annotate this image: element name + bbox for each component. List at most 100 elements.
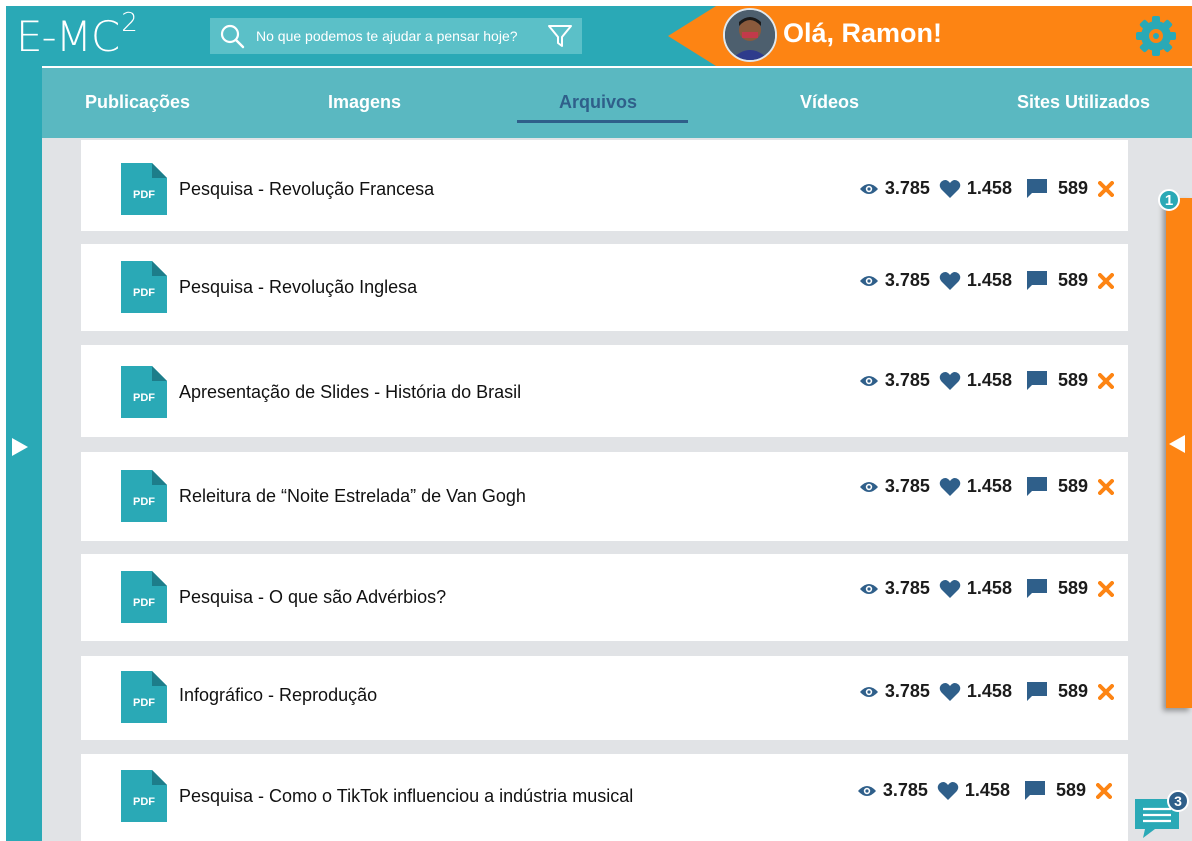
- gear-icon[interactable]: [1134, 14, 1178, 58]
- eye-icon: [859, 481, 878, 492]
- file-stats: 3.785 1.458 589: [859, 578, 1114, 599]
- file-title[interactable]: Releitura de “Noite Estrelada” de Van Go…: [179, 486, 526, 507]
- expand-arrow-icon[interactable]: [12, 438, 28, 456]
- top-bar: E-MC2 No que podemos te ajudar a pensar …: [6, 6, 1192, 66]
- file-card[interactable]: PDF Pesquisa - Revolução Francesa 3.785 …: [81, 140, 1128, 231]
- svg-text:PDF: PDF: [133, 287, 155, 299]
- pdf-file-icon: PDF: [121, 671, 167, 723]
- tab-arquivos[interactable]: Arquivos: [559, 92, 637, 113]
- search-bar[interactable]: No que podemos te ajudar a pensar hoje?: [210, 18, 582, 54]
- views-count: 3.785: [884, 681, 930, 701]
- pdf-file-icon: PDF: [121, 770, 167, 822]
- right-panel-toggle[interactable]: [1166, 198, 1192, 708]
- views-count: 3.785: [884, 178, 930, 198]
- comment-icon[interactable]: [1026, 178, 1048, 199]
- pdf-file-icon: PDF: [121, 163, 167, 215]
- left-sidebar-toggle[interactable]: [6, 66, 42, 841]
- views-count: 3.785: [884, 370, 930, 390]
- likes-count: 1.458: [966, 178, 1012, 198]
- comment-icon[interactable]: [1026, 578, 1048, 599]
- comment-icon[interactable]: [1024, 780, 1046, 801]
- likes-count: 1.458: [966, 370, 1012, 390]
- file-stats: 3.785 1.458 589: [859, 270, 1114, 291]
- comment-icon[interactable]: [1026, 681, 1048, 702]
- eye-icon: [859, 375, 878, 386]
- filter-icon[interactable]: [546, 22, 574, 50]
- file-card[interactable]: PDF Pesquisa - O que são Advérbios? 3.78…: [81, 554, 1128, 641]
- eye-icon: [859, 583, 878, 594]
- comments-count: 589: [1057, 270, 1088, 290]
- tab-imagens[interactable]: Imagens: [328, 92, 401, 113]
- heart-icon[interactable]: [939, 271, 961, 291]
- comment-icon[interactable]: [1026, 476, 1048, 497]
- heart-icon[interactable]: [939, 682, 961, 702]
- file-list: PDF Pesquisa - Revolução Francesa 3.785 …: [42, 138, 1192, 841]
- file-card[interactable]: PDF Infográfico - Reprodução 3.785 1.458…: [81, 656, 1128, 740]
- eye-icon: [859, 275, 878, 286]
- views-count: 3.785: [884, 476, 930, 496]
- file-stats: 3.785 1.458 589: [857, 780, 1112, 801]
- tab-videos[interactable]: Vídeos: [800, 92, 859, 113]
- eye-icon: [859, 183, 878, 194]
- svg-text:PDF: PDF: [133, 796, 155, 808]
- tab-bar: Publicações Imagens Arquivos Vídeos Site…: [42, 68, 1192, 138]
- delete-icon[interactable]: [1098, 683, 1114, 700]
- collapse-arrow-icon[interactable]: [1169, 435, 1185, 453]
- app-logo[interactable]: E-MC2: [16, 8, 138, 61]
- file-card[interactable]: PDF Pesquisa - Revolução Inglesa 3.785 1…: [81, 244, 1128, 331]
- avatar[interactable]: [723, 8, 777, 62]
- delete-icon[interactable]: [1098, 180, 1114, 197]
- file-stats: 3.785 1.458 589: [859, 681, 1114, 702]
- comment-icon[interactable]: [1026, 270, 1048, 291]
- svg-text:PDF: PDF: [133, 392, 155, 404]
- likes-count: 1.458: [964, 780, 1010, 800]
- comments-count: 589: [1055, 780, 1086, 800]
- file-title[interactable]: Pesquisa - O que são Advérbios?: [179, 587, 446, 608]
- views-count: 3.785: [884, 270, 930, 290]
- file-title[interactable]: Apresentação de Slides - História do Bra…: [179, 382, 521, 403]
- svg-text:PDF: PDF: [133, 496, 155, 508]
- pdf-file-icon: PDF: [121, 470, 167, 522]
- file-stats: 3.785 1.458 589: [859, 476, 1114, 497]
- delete-icon[interactable]: [1098, 372, 1114, 389]
- search-input[interactable]: No que podemos te ajudar a pensar hoje?: [256, 28, 546, 44]
- delete-icon[interactable]: [1098, 272, 1114, 289]
- tab-sites-utilizados[interactable]: Sites Utilizados: [1017, 92, 1150, 113]
- delete-icon[interactable]: [1098, 580, 1114, 597]
- file-card[interactable]: PDF Releitura de “Noite Estrelada” de Va…: [81, 452, 1128, 541]
- comments-count: 589: [1057, 578, 1088, 598]
- file-card[interactable]: PDF Apresentação de Slides - História do…: [81, 345, 1128, 437]
- comments-count: 589: [1057, 681, 1088, 701]
- tab-publicacoes[interactable]: Publicações: [85, 92, 190, 113]
- likes-count: 1.458: [966, 270, 1012, 290]
- delete-icon[interactable]: [1098, 478, 1114, 495]
- file-card[interactable]: PDF Pesquisa - Como o TikTok influenciou…: [81, 754, 1128, 841]
- heart-icon[interactable]: [939, 371, 961, 391]
- file-stats: 3.785 1.458 589: [859, 178, 1114, 199]
- file-title[interactable]: Pesquisa - Como o TikTok influenciou a i…: [179, 786, 633, 807]
- pdf-file-icon: PDF: [121, 366, 167, 418]
- heart-icon[interactable]: [937, 781, 959, 801]
- heart-icon[interactable]: [939, 579, 961, 599]
- eye-icon: [857, 785, 876, 796]
- file-stats: 3.785 1.458 589: [859, 370, 1114, 391]
- file-title[interactable]: Infográfico - Reprodução: [179, 685, 377, 706]
- svg-text:PDF: PDF: [133, 189, 155, 201]
- likes-count: 1.458: [966, 476, 1012, 496]
- eye-icon: [859, 686, 878, 697]
- comments-count: 589: [1057, 178, 1088, 198]
- heart-icon[interactable]: [939, 179, 961, 199]
- notification-badge: 1: [1158, 189, 1180, 211]
- pdf-file-icon: PDF: [121, 571, 167, 623]
- file-title[interactable]: Pesquisa - Revolução Inglesa: [179, 277, 417, 298]
- views-count: 3.785: [884, 578, 930, 598]
- heart-icon[interactable]: [939, 477, 961, 497]
- search-icon[interactable]: [218, 22, 246, 50]
- greeting: Olá, Ramon!: [783, 18, 943, 48]
- likes-count: 1.458: [966, 681, 1012, 701]
- likes-count: 1.458: [966, 578, 1012, 598]
- file-title[interactable]: Pesquisa - Revolução Francesa: [179, 179, 434, 200]
- delete-icon[interactable]: [1096, 782, 1112, 799]
- comment-icon[interactable]: [1026, 370, 1048, 391]
- svg-text:PDF: PDF: [133, 597, 155, 609]
